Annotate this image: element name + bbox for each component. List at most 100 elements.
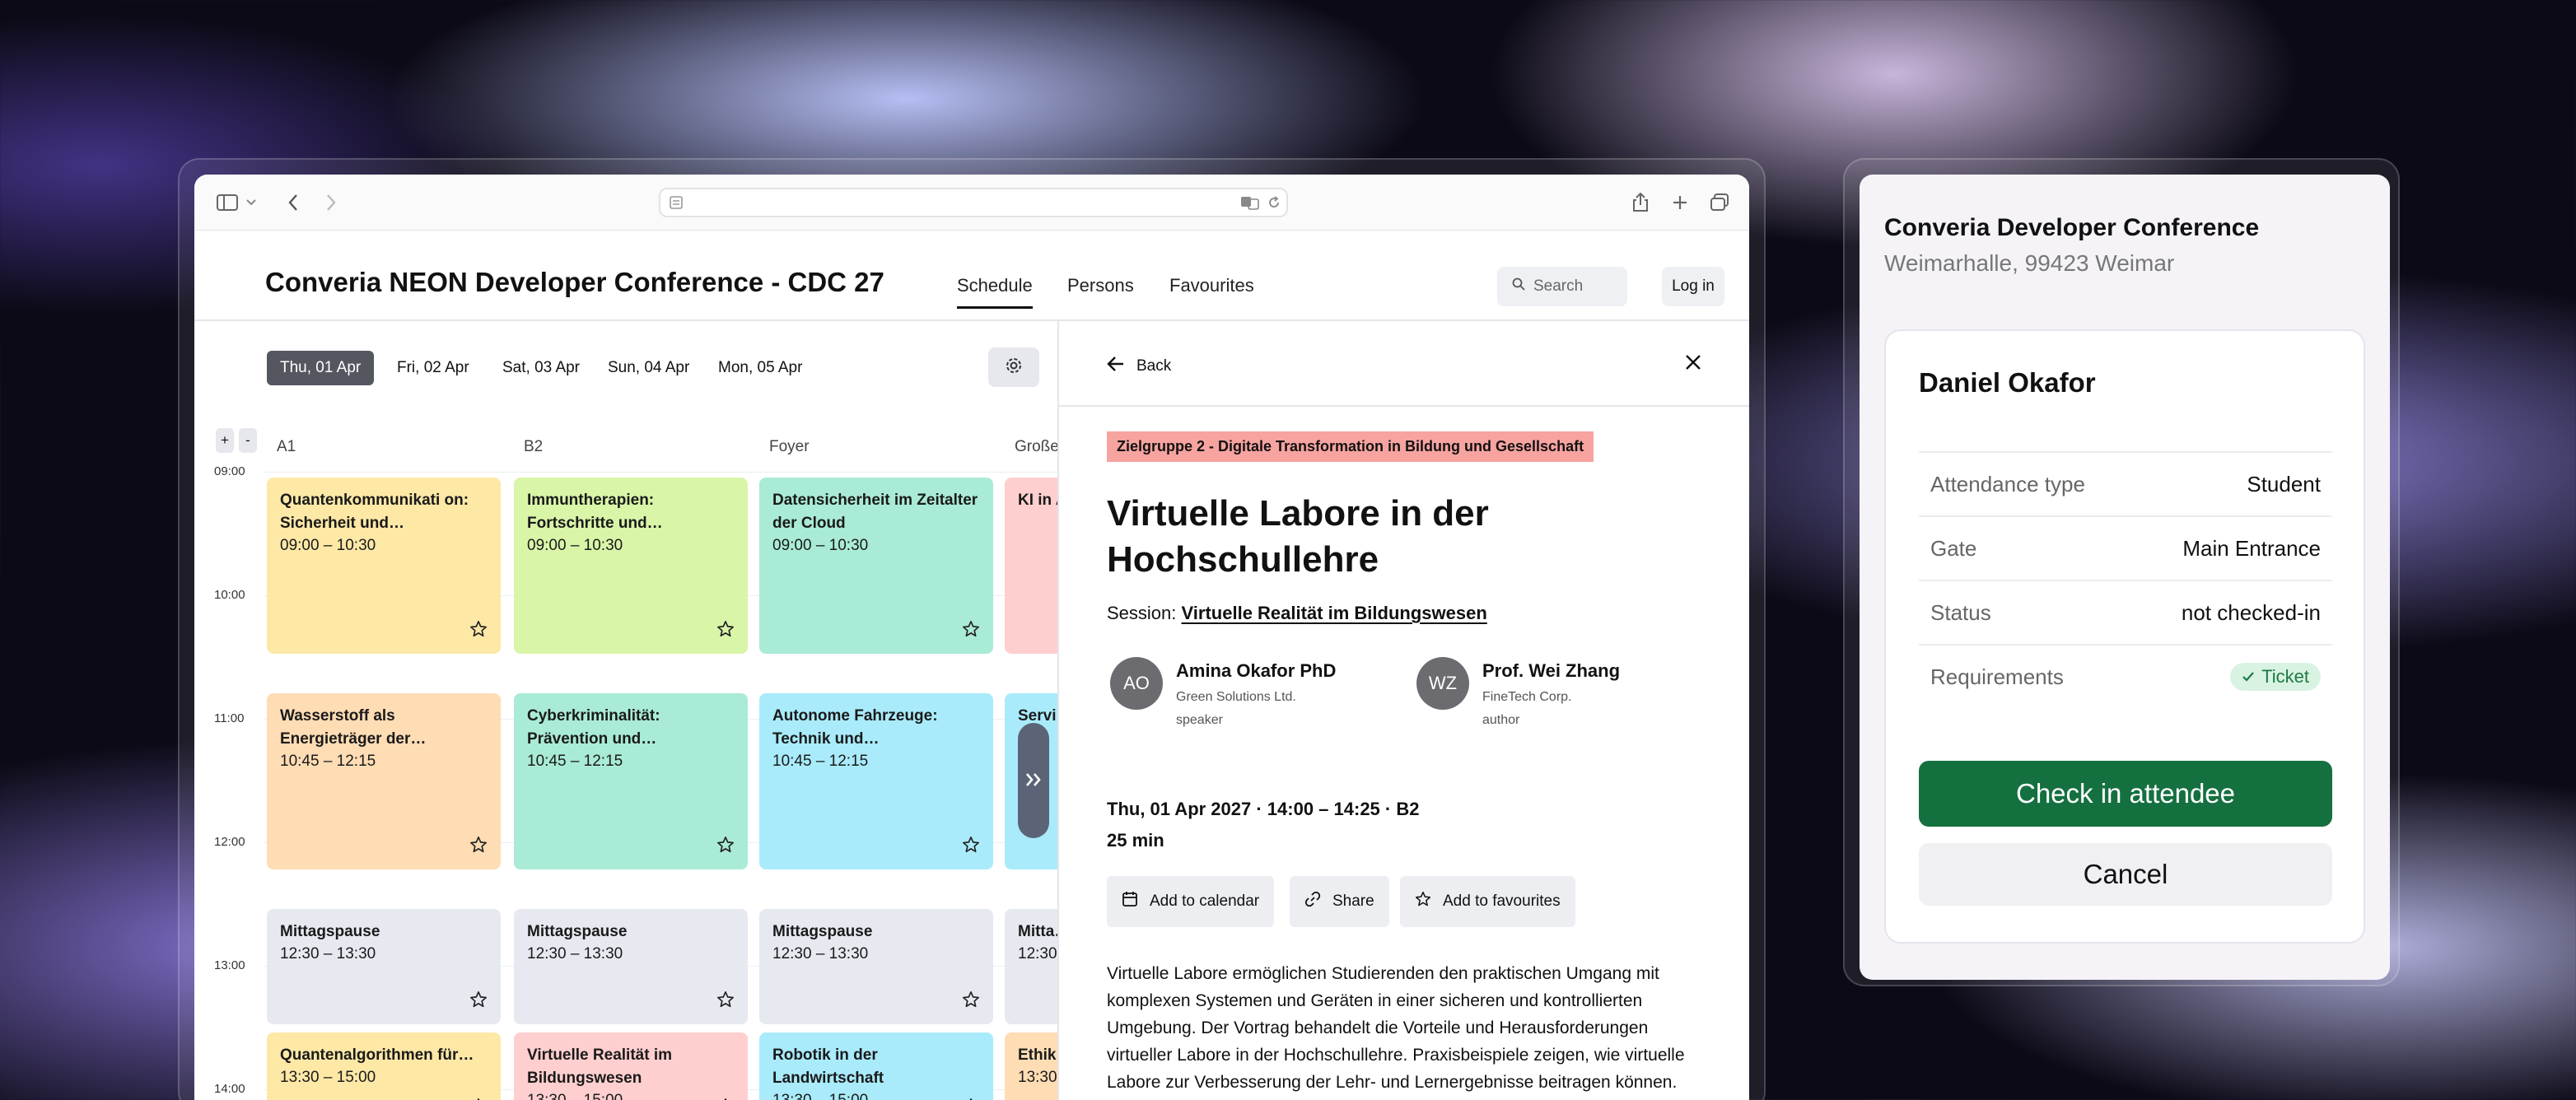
schedule-event[interactable]: Mittagspause 12:30 – 13:30 xyxy=(267,909,501,1024)
person-name: Amina Okafor PhD xyxy=(1176,660,1337,681)
tab-favourites[interactable]: Favourites xyxy=(1169,275,1254,296)
event-time: 13:30… xyxy=(1018,1069,1057,1086)
room-header: Foyer xyxy=(769,438,810,455)
event-time: 09:00 – 10:30 xyxy=(280,537,376,554)
hour-label: 11:00 xyxy=(214,711,245,725)
favourite-star-icon[interactable] xyxy=(962,620,980,642)
room-header: Große xyxy=(1015,438,1057,455)
address-bar[interactable] xyxy=(659,188,1288,217)
schedule-event[interactable]: KI in Auto… xyxy=(1005,478,1057,654)
forward-arrow-icon[interactable] xyxy=(320,191,343,214)
favourite-star-icon[interactable] xyxy=(716,990,735,1013)
day-tab[interactable]: Fri, 02 Apr xyxy=(384,351,483,385)
gate-row: Gate Main Entrance xyxy=(1919,515,2332,580)
day-tab[interactable]: Thu, 01 Apr xyxy=(267,351,375,385)
schedule-event[interactable]: Mittagspause 12:30 – 13:30 xyxy=(759,909,993,1024)
session-datetime: Thu, 01 Apr 2027 · 14:00 – 14:25 · B2 xyxy=(1107,799,1420,819)
session-title: Virtuelle Labore in der Hochschullehre xyxy=(1107,493,1489,580)
share-label: Share xyxy=(1332,893,1374,910)
schedule-event[interactable]: Immuntherapien: Fortschritte und… 09:00 –… xyxy=(514,478,748,654)
hour-label: 09:00 xyxy=(214,464,245,478)
favourite-star-icon[interactable] xyxy=(469,990,488,1013)
schedule-event[interactable]: Autonome Fahrzeuge: Technik und… 10:45 – … xyxy=(759,693,993,869)
new-tab-icon[interactable] xyxy=(1668,191,1692,214)
tabs-overview-icon[interactable] xyxy=(1708,191,1731,214)
schedule-event[interactable]: Ethik… Vera… 13:30… xyxy=(1005,1032,1057,1100)
share-button[interactable]: Share xyxy=(1290,876,1389,927)
back-arrow-icon[interactable] xyxy=(282,191,305,214)
person-role: speaker xyxy=(1176,713,1223,727)
app-title: Converia NEON Developer Conference - CDC… xyxy=(265,267,884,297)
schedule-event[interactable]: Quantenkommunikati on: Sicherheit und… 09… xyxy=(267,478,501,654)
event-time: 10:45 – 12:15 xyxy=(527,753,623,770)
schedule-grid: Thu, 01 Apr Fri, 02 Apr Sat, 03 Apr Sun,… xyxy=(194,321,1057,1100)
schedule-event[interactable]: Robotik in der Landwirtschaft 13:30 – 15:… xyxy=(759,1032,993,1100)
close-icon[interactable] xyxy=(1683,352,1703,376)
hour-label: 13:00 xyxy=(214,958,245,972)
row-value: Main Entrance xyxy=(2182,535,2321,561)
expand-detail-button[interactable] xyxy=(1018,723,1049,838)
search-icon xyxy=(1512,277,1525,296)
event-time: 12:30… xyxy=(1018,945,1057,962)
schedule-event[interactable]: Datensicherheit im Zeitalter der Cloud 09… xyxy=(759,478,993,654)
schedule-event[interactable]: Mittagspause 12:30 – 13:30 xyxy=(514,909,748,1024)
schedule-event[interactable]: Cyberkriminalität: Prävention und… 10:45 … xyxy=(514,693,748,869)
day-tab[interactable]: Sat, 03 Apr xyxy=(489,351,593,385)
favourite-star-icon[interactable] xyxy=(962,990,980,1013)
schedule-event[interactable]: Quantenalgorithmen für… 13:30 – 15:00 xyxy=(267,1032,501,1100)
search-placeholder: Search xyxy=(1533,277,1584,295)
search-input[interactable]: Search xyxy=(1497,267,1627,306)
sidebar-toggle-icon[interactable] xyxy=(216,191,239,214)
reload-icon[interactable] xyxy=(1267,195,1281,214)
event-time: 12:30 – 13:30 xyxy=(772,945,869,962)
add-to-favourites-button[interactable]: Add to favourites xyxy=(1400,876,1575,927)
event-title: Robotik in der Landwirtschaft xyxy=(772,1046,884,1087)
favourite-star-icon[interactable] xyxy=(716,836,735,858)
cancel-button[interactable]: Cancel xyxy=(1919,843,2332,906)
tab-schedule[interactable]: Schedule xyxy=(957,275,1033,309)
star-icon xyxy=(1415,891,1431,912)
hour-label: 14:00 xyxy=(214,1082,245,1096)
event-time: 09:00 – 10:30 xyxy=(527,537,623,554)
schedule-event[interactable]: Virtuelle Realität im Bildungswesen 13:30… xyxy=(514,1032,748,1100)
login-button[interactable]: Log in xyxy=(1662,267,1724,306)
calendar-icon xyxy=(1122,891,1138,912)
favourite-star-icon[interactable] xyxy=(469,620,488,642)
translate-icon[interactable] xyxy=(1240,195,1260,214)
share-icon[interactable] xyxy=(1629,191,1652,214)
tab-persons[interactable]: Persons xyxy=(1067,275,1134,296)
add-to-calendar-button[interactable]: Add to calendar xyxy=(1107,876,1275,927)
session-link[interactable]: Virtuelle Realität im Bildungswesen xyxy=(1182,603,1487,623)
avatar: WZ xyxy=(1416,657,1469,710)
person-role: author xyxy=(1482,713,1520,727)
chevron-down-icon[interactable] xyxy=(245,191,257,214)
zoom-out-button[interactable]: - xyxy=(239,428,257,453)
day-tab[interactable]: Mon, 05 Apr xyxy=(705,351,815,385)
favourite-star-icon[interactable] xyxy=(962,836,980,858)
settings-button[interactable] xyxy=(988,347,1039,387)
favourite-star-icon[interactable] xyxy=(469,836,488,858)
add-to-favourites-label: Add to favourites xyxy=(1443,893,1561,910)
target-group-badge: Zielgruppe 2 - Digitale Transformation i… xyxy=(1107,431,1594,462)
session-detail-panel: Back Zielgruppe 2 - Digitale Transformat… xyxy=(1057,321,1749,1100)
zoom-in-button[interactable]: + xyxy=(216,428,234,453)
event-title: Mitta… xyxy=(1018,923,1057,940)
person-card[interactable]: AO Amina Okafor PhD Green Solutions Ltd.… xyxy=(1110,657,1336,728)
checkin-panel: Converia Developer Conference Weimarhall… xyxy=(1860,175,2390,980)
back-button[interactable]: Back xyxy=(1107,356,1171,377)
favourite-star-icon[interactable] xyxy=(716,620,735,642)
day-tab[interactable]: Sun, 04 Apr xyxy=(595,351,702,385)
event-title: KI in Auto… xyxy=(1018,492,1057,509)
ticket-label: Ticket xyxy=(2261,666,2309,687)
check-in-button[interactable]: Check in attendee xyxy=(1919,761,2332,827)
person-card[interactable]: WZ Prof. Wei Zhang FineTech Corp. author xyxy=(1416,657,1620,728)
session-description: Virtuelle Labore ermöglichen Studierende… xyxy=(1107,964,1685,1092)
schedule-event[interactable]: Mitta… 12:30… xyxy=(1005,909,1057,1024)
add-to-calendar-label: Add to calendar xyxy=(1150,893,1260,910)
row-label: Gate xyxy=(1930,535,1977,561)
event-title: Mittagspause xyxy=(772,923,873,940)
hour-gridline xyxy=(264,472,1057,473)
ticket-badge: Ticket xyxy=(2230,663,2321,691)
schedule-event[interactable]: Wasserstoff als Energieträger der… 10:45 … xyxy=(267,693,501,869)
attendee-name: Daniel Okafor xyxy=(1919,367,2096,398)
